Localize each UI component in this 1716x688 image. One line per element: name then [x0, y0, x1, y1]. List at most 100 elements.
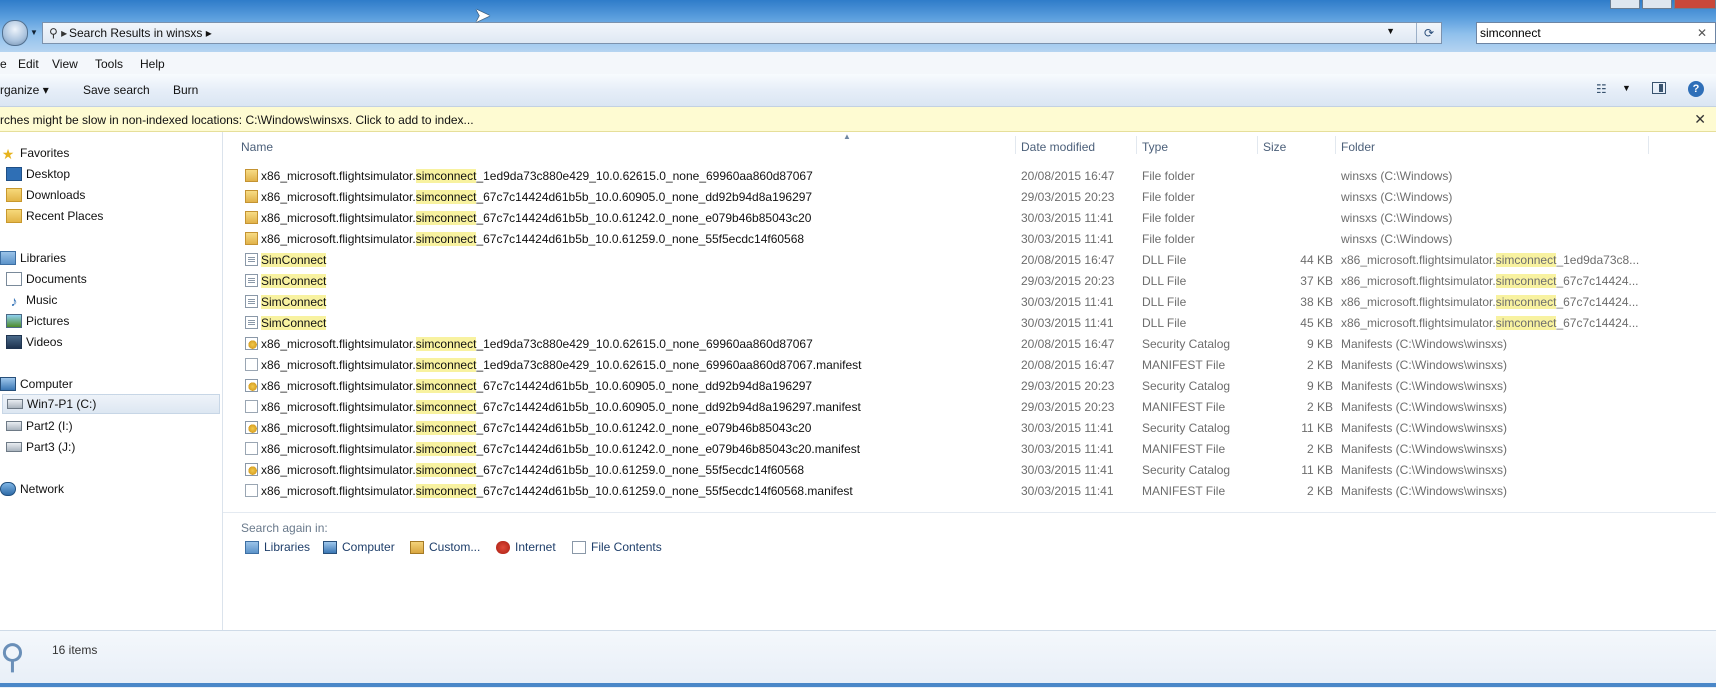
column-header-size[interactable]: Size	[1263, 140, 1286, 154]
table-row[interactable]: x86_microsoft.flightsimulator.simconnect…	[223, 459, 1716, 480]
nav-libraries[interactable]: Libraries	[0, 248, 66, 268]
file-folder: winsxs (C:\Windows)	[1341, 190, 1453, 204]
file-size: 2 KB	[1306, 484, 1333, 498]
file-date-modified: 30/03/2015 11:41	[1021, 484, 1114, 498]
column-divider[interactable]	[1136, 136, 1137, 154]
file-date-modified: 29/03/2015 20:23	[1021, 379, 1115, 393]
nav-computer[interactable]: Computer	[0, 374, 73, 394]
address-history-dropdown-icon[interactable]: ▼	[1386, 26, 1395, 36]
nav-drive-part2[interactable]: Part2 (I:)	[6, 416, 73, 436]
search-again-internet[interactable]: Internet	[496, 540, 556, 554]
file-name: SimConnect	[261, 253, 327, 267]
index-info-message[interactable]: rches might be slow in non-indexed locat…	[0, 113, 474, 127]
file-size: 37 KB	[1300, 274, 1333, 288]
search-again-custom[interactable]: Custom...	[410, 540, 480, 554]
view-options-dropdown-icon[interactable]: ▼	[1622, 83, 1631, 93]
file-date-modified: 30/03/2015 11:41	[1021, 421, 1114, 435]
command-bar: rganize ▾ Save search Burn ☷ ▼ ?	[0, 74, 1716, 107]
file-folder: x86_microsoft.flightsimulator.simconnect…	[1341, 274, 1639, 288]
back-button[interactable]	[2, 20, 28, 46]
breadcrumb-search-results[interactable]: Search Results in winsxs ▸	[69, 26, 212, 40]
nav-favorites[interactable]: ★ Favorites	[0, 143, 70, 163]
nav-desktop[interactable]: Desktop	[6, 164, 70, 184]
file-folder: x86_microsoft.flightsimulator.simconnect…	[1341, 253, 1640, 267]
nav-pictures[interactable]: Pictures	[6, 311, 69, 331]
nav-drive-part3[interactable]: Part3 (J:)	[6, 437, 75, 457]
search-again-libraries[interactable]: Libraries	[245, 540, 310, 554]
close-info-bar-icon[interactable]: ✕	[1694, 111, 1706, 128]
nav-videos[interactable]: Videos	[6, 332, 62, 352]
table-row[interactable]: x86_microsoft.flightsimulator.simconnect…	[223, 354, 1716, 375]
address-bar[interactable]: ⚲ ▸ Search Results in winsxs ▸ ▼ ⟳	[42, 22, 1442, 44]
column-header-name[interactable]: Name	[241, 140, 273, 154]
column-divider[interactable]	[1257, 136, 1258, 154]
nav-network[interactable]: Network	[0, 479, 64, 499]
preview-pane-icon[interactable]	[1652, 82, 1666, 94]
column-divider[interactable]	[1335, 136, 1336, 154]
table-row[interactable]: x86_microsoft.flightsimulator.simconnect…	[223, 480, 1716, 501]
cat-file-icon	[245, 463, 258, 476]
table-row[interactable]: x86_microsoft.flightsimulator.simconnect…	[223, 438, 1716, 459]
videos-icon	[6, 335, 22, 349]
organize-button[interactable]: rganize ▾	[0, 83, 49, 97]
table-row[interactable]: SimConnect 20/08/2015 16:47 DLL File 44 KB x…	[223, 249, 1716, 270]
table-row[interactable]: x86_microsoft.flightsimulator.simconnect…	[223, 186, 1716, 207]
table-row[interactable]: SimConnect 30/03/2015 11:41 DLL File 38 KB x…	[223, 291, 1716, 312]
nav-recent-places[interactable]: Recent Places	[6, 206, 103, 226]
nav-music[interactable]: ♪ Music	[6, 290, 58, 310]
file-name: x86_microsoft.flightsimulator.simconnect…	[261, 421, 812, 435]
menu-tools[interactable]: Tools	[95, 57, 123, 71]
search-match-highlight: SimConnect	[261, 295, 327, 309]
details-pane: ⚲ 16 items	[0, 630, 1716, 688]
column-header-type[interactable]: Type	[1142, 140, 1168, 154]
nav-documents[interactable]: Documents	[6, 269, 87, 289]
table-row[interactable]: SimConnect 30/03/2015 11:41 DLL File 45 KB x…	[223, 312, 1716, 333]
recent-pages-dropdown[interactable]: ▼	[30, 28, 38, 37]
search-again-computer[interactable]: Computer	[323, 540, 395, 554]
file-folder: x86_microsoft.flightsimulator.simconnect…	[1341, 295, 1639, 309]
help-button[interactable]: ?	[1688, 81, 1704, 97]
file-type: Security Catalog	[1142, 463, 1231, 477]
search-input[interactable]	[1480, 25, 1680, 41]
clear-search-icon[interactable]: ✕	[1697, 26, 1707, 40]
file-type: MANIFEST File	[1142, 484, 1226, 498]
file-date-modified: 29/03/2015 20:23	[1021, 400, 1115, 414]
table-row[interactable]: x86_microsoft.flightsimulator.simconnect…	[223, 375, 1716, 396]
index-info-bar[interactable]: rches might be slow in non-indexed locat…	[0, 107, 1716, 132]
refresh-icon[interactable]: ⟳	[1416, 23, 1441, 43]
menu-view[interactable]: View	[52, 57, 78, 71]
search-box[interactable]: ✕	[1476, 22, 1716, 44]
menu-edit[interactable]: Edit	[18, 57, 39, 71]
table-row[interactable]: x86_microsoft.flightsimulator.simconnect…	[223, 417, 1716, 438]
column-header-date-modified[interactable]: Date modified	[1021, 140, 1095, 154]
search-match-highlight: simconnect	[1495, 274, 1557, 288]
navigation-buttons: ▼	[0, 20, 40, 46]
table-row[interactable]: x86_microsoft.flightsimulator.simconnect…	[223, 396, 1716, 417]
search-match-highlight: simconnect	[415, 463, 477, 477]
burn-button[interactable]: Burn	[173, 83, 198, 97]
file-type: MANIFEST File	[1142, 358, 1226, 372]
table-row[interactable]: x86_microsoft.flightsimulator.simconnect…	[223, 207, 1716, 228]
man-file-icon	[245, 358, 258, 371]
table-row[interactable]: SimConnect 29/03/2015 20:23 DLL File 37 KB x…	[223, 270, 1716, 291]
nav-drive-win7[interactable]: Win7-P1 (C:)	[2, 394, 220, 414]
column-divider[interactable]	[1015, 136, 1016, 154]
table-row[interactable]: x86_microsoft.flightsimulator.simconnect…	[223, 165, 1716, 186]
save-search-button[interactable]: Save search	[83, 83, 150, 97]
menu-file[interactable]: e	[0, 57, 7, 71]
table-row[interactable]: x86_microsoft.flightsimulator.simconnect…	[223, 228, 1716, 249]
file-size: 2 KB	[1306, 358, 1333, 372]
change-view-icon[interactable]: ☷	[1596, 82, 1607, 96]
column-header-folder[interactable]: Folder	[1341, 140, 1375, 154]
nav-downloads[interactable]: Downloads	[6, 185, 85, 205]
file-size: 2 KB	[1306, 442, 1333, 456]
column-divider[interactable]	[1648, 136, 1649, 154]
close-window-button[interactable]	[1674, 0, 1716, 9]
menu-help[interactable]: Help	[140, 57, 165, 71]
minimize-button[interactable]	[1610, 0, 1640, 9]
search-match-highlight: simconnect	[415, 232, 477, 246]
search-again-file-contents[interactable]: File Contents	[572, 540, 662, 554]
maximize-button[interactable]	[1642, 0, 1672, 9]
file-date-modified: 20/08/2015 16:47	[1021, 169, 1115, 183]
table-row[interactable]: x86_microsoft.flightsimulator.simconnect…	[223, 333, 1716, 354]
